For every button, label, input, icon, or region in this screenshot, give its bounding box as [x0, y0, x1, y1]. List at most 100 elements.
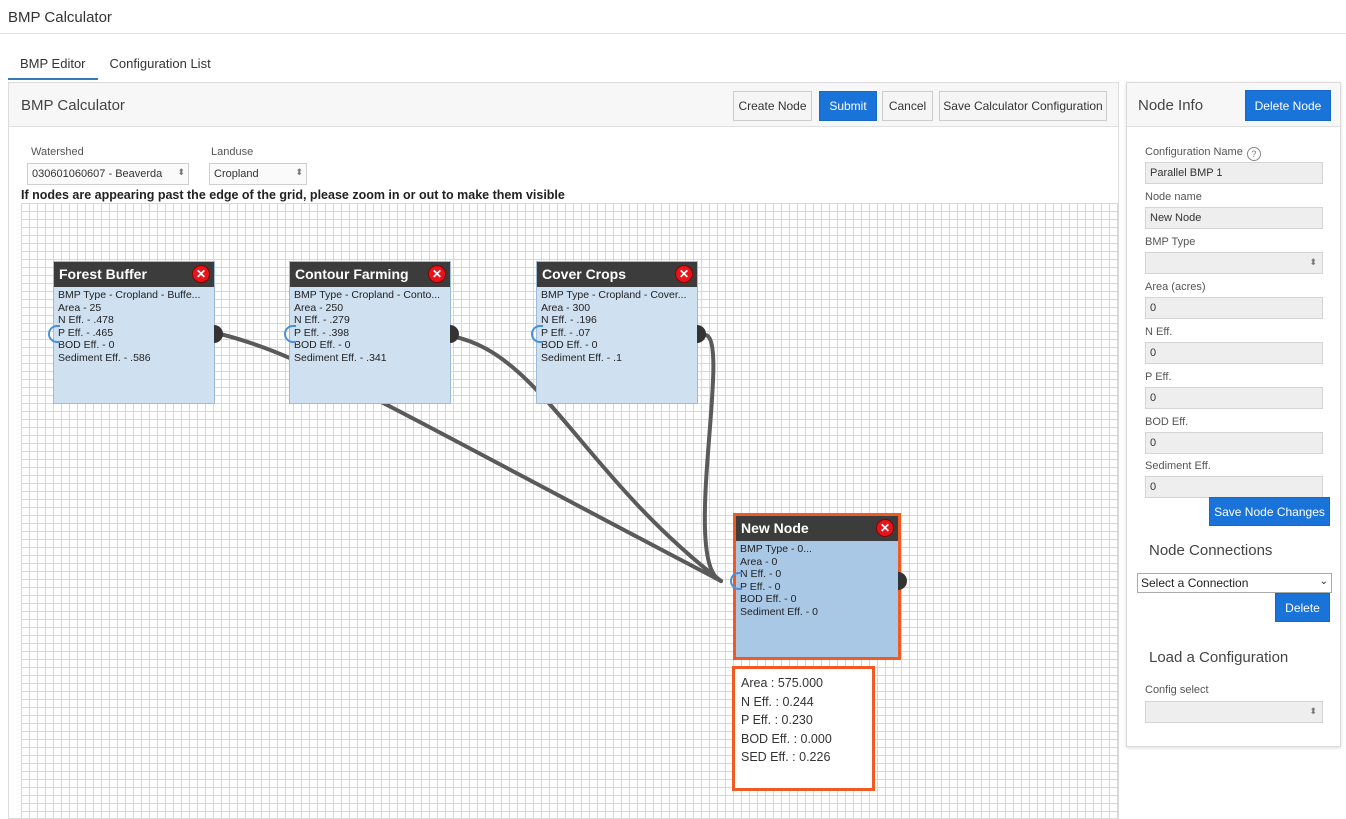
- result-p-eff: P Eff. : 0.230: [741, 713, 813, 727]
- bmp-type-select[interactable]: ⬍: [1145, 252, 1323, 274]
- close-icon[interactable]: ✕: [876, 519, 894, 537]
- node-info-header: Node Info Delete Node: [1127, 83, 1340, 127]
- node-n-eff: N Eff. - 0: [740, 568, 782, 580]
- node-title: Forest Buffer: [59, 266, 147, 282]
- calculator-panel: BMP Calculator Create Node Submit Cancel…: [8, 82, 1119, 819]
- save-node-changes-button[interactable]: Save Node Changes: [1209, 497, 1330, 526]
- node-n-eff: N Eff. - .279: [294, 314, 350, 326]
- tab-bmp-editor[interactable]: BMP Editor: [8, 50, 98, 80]
- tab-bar: BMP Editor Configuration List: [8, 50, 223, 80]
- config-select[interactable]: ⬍: [1145, 701, 1323, 723]
- result-area: Area : 575.000: [741, 676, 824, 690]
- node-new-node[interactable]: New Node ✕ BMP Type - 0... Area - 0 N Ef…: [730, 513, 907, 660]
- node-area: Area - 300: [541, 301, 591, 314]
- node-p-eff: P Eff. - .465: [58, 326, 114, 339]
- connection-select[interactable]: Select a Connection ⌄: [1137, 573, 1332, 593]
- sediment-eff-field[interactable]: 0: [1145, 476, 1323, 498]
- n-eff-field[interactable]: 0: [1145, 342, 1323, 364]
- node-cover-crops[interactable]: Cover Crops ✕ BMP Type - Cropland - Cove…: [531, 261, 706, 404]
- input-port[interactable]: [48, 325, 60, 343]
- chevron-down-icon: ⬍: [1309, 257, 1317, 267]
- node-bod-eff: BOD Eff. - 0: [58, 339, 115, 351]
- connection-cover-to-new: [702, 333, 723, 583]
- input-port[interactable]: [284, 325, 296, 343]
- node-contour-farming[interactable]: Contour Farming ✕ BMP Type - Cropland - …: [284, 261, 459, 404]
- app-title: BMP Calculator: [0, 0, 1346, 34]
- node-area: Area - 25: [58, 301, 102, 314]
- submit-button[interactable]: Submit: [819, 91, 877, 121]
- landuse-value: Cropland: [214, 168, 259, 180]
- node-bmp-type: BMP Type - Cropland - Conto...: [294, 289, 441, 301]
- landuse-select[interactable]: Cropland ⬍: [209, 163, 307, 185]
- node-info-title: Node Info: [1138, 97, 1204, 114]
- node-body: BMP Type - Cropland - Conto... Area - 25…: [290, 287, 450, 366]
- node-sediment-eff: Sediment Eff. - .341: [294, 351, 387, 364]
- node-name-label: Node name: [1145, 191, 1202, 203]
- node-header: Forest Buffer ✕: [54, 262, 214, 287]
- close-icon[interactable]: ✕: [428, 265, 446, 283]
- node-body: BMP Type - Cropland - Buffe... Area - 25…: [54, 287, 214, 366]
- config-name-label-text: Configuration Name: [1145, 146, 1243, 158]
- cancel-button[interactable]: Cancel: [882, 91, 933, 121]
- node-n-eff: N Eff. - .196: [541, 314, 597, 326]
- node-header: Cover Crops ✕: [537, 262, 697, 287]
- node-p-eff: P Eff. - .07: [541, 326, 591, 339]
- watershed-label: Watershed: [31, 146, 84, 158]
- config-name-label: Configuration Name?: [1145, 146, 1261, 161]
- bmp-type-label: BMP Type: [1145, 236, 1196, 248]
- tab-configuration-list[interactable]: Configuration List: [98, 50, 223, 80]
- node-bod-eff: BOD Eff. - 0: [740, 593, 797, 605]
- node-p-eff: P Eff. - .398: [294, 326, 350, 339]
- close-icon[interactable]: ✕: [675, 265, 693, 283]
- node-bmp-type: BMP Type - Cropland - Buffe...: [58, 289, 201, 301]
- node-bod-eff: BOD Eff. - 0: [294, 339, 351, 351]
- bod-eff-label: BOD Eff.: [1145, 416, 1189, 428]
- sediment-eff-label: Sediment Eff.: [1145, 460, 1211, 472]
- node-sediment-eff: Sediment Eff. - .1: [541, 351, 622, 364]
- area-label: Area (acres): [1145, 281, 1206, 293]
- node-area: Area - 250: [294, 301, 344, 314]
- node-p-eff: P Eff. - 0: [740, 580, 781, 593]
- config-name-field[interactable]: Parallel BMP 1: [1145, 162, 1323, 184]
- result-summary: Area : 575.000 N Eff. : 0.244 P Eff. : 0…: [732, 666, 875, 791]
- node-name-field[interactable]: New Node: [1145, 207, 1323, 229]
- create-node-button[interactable]: Create Node: [733, 91, 812, 121]
- load-configuration-title: Load a Configuration: [1149, 649, 1289, 666]
- node-grid[interactable]: Forest Buffer ✕ BMP Type - Cropland - Bu…: [21, 203, 1118, 818]
- node-forest-buffer[interactable]: Forest Buffer ✕ BMP Type - Cropland - Bu…: [48, 261, 223, 404]
- calculator-header: BMP Calculator Create Node Submit Cancel…: [9, 83, 1118, 127]
- input-port[interactable]: [531, 325, 543, 343]
- result-bod-eff: BOD Eff. : 0.000: [741, 731, 832, 746]
- node-bod-eff: BOD Eff. - 0: [541, 339, 598, 351]
- n-eff-label: N Eff.: [1145, 326, 1173, 338]
- node-body: BMP Type - Cropland - Cover... Area - 30…: [537, 287, 697, 366]
- node-area: Area - 0: [740, 555, 778, 568]
- input-port[interactable]: [730, 572, 742, 590]
- calculator-title: BMP Calculator: [21, 97, 125, 114]
- node-title: Contour Farming: [295, 266, 409, 282]
- node-sediment-eff: Sediment Eff. - .586: [58, 351, 151, 364]
- watershed-select[interactable]: 030601060607 - Beaverda ⬍: [27, 163, 189, 185]
- node-n-eff: N Eff. - .478: [58, 314, 114, 326]
- p-eff-field[interactable]: 0: [1145, 387, 1323, 409]
- chevron-down-icon: ⬍: [171, 167, 185, 178]
- delete-node-button[interactable]: Delete Node: [1245, 90, 1331, 121]
- connection-select-value: Select a Connection: [1141, 576, 1249, 590]
- close-icon[interactable]: ✕: [192, 265, 210, 283]
- node-info-panel: Node Info Delete Node Configuration Name…: [1126, 82, 1341, 747]
- zoom-warning: If nodes are appearing past the edge of …: [21, 188, 565, 202]
- delete-connection-button[interactable]: Delete: [1275, 593, 1330, 622]
- bod-eff-field[interactable]: 0: [1145, 432, 1323, 454]
- node-sediment-eff: Sediment Eff. - 0: [740, 605, 819, 618]
- save-configuration-button[interactable]: Save Calculator Configuration: [939, 91, 1107, 121]
- config-select-label: Config select: [1145, 684, 1209, 696]
- node-body: BMP Type - 0... Area - 0 N Eff. - 0 P Ef…: [736, 541, 898, 620]
- result-sed-eff: SED Eff. : 0.226: [741, 750, 831, 764]
- p-eff-label: P Eff.: [1145, 371, 1172, 383]
- node-bmp-type: BMP Type - 0...: [740, 543, 812, 555]
- help-icon[interactable]: ?: [1246, 147, 1261, 161]
- node-title: Cover Crops: [542, 266, 627, 282]
- area-field[interactable]: 0: [1145, 297, 1323, 319]
- node-connections-title: Node Connections: [1149, 542, 1273, 559]
- node-header: New Node ✕: [736, 516, 898, 541]
